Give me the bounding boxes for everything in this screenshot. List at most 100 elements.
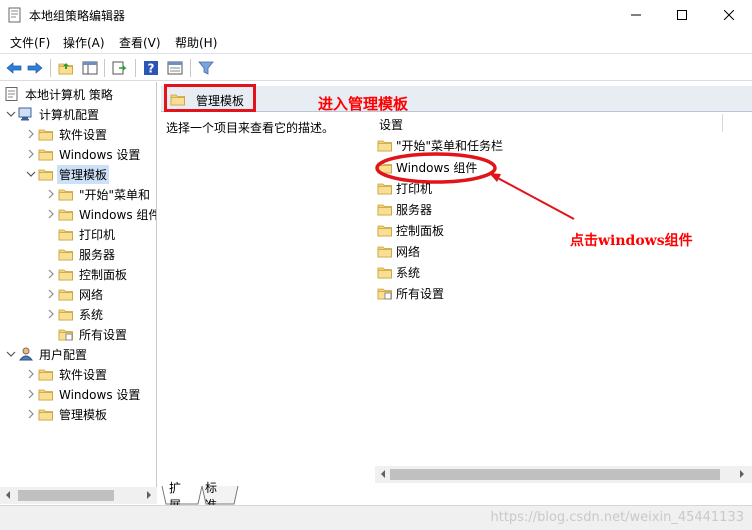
column-header-settings[interactable]: 设置 [379, 116, 403, 133]
svg-text:?: ? [148, 62, 155, 76]
list-item-label: 系统 [396, 265, 421, 280]
list-item-printers[interactable]: 打印机 [377, 178, 432, 198]
chevron-right-icon[interactable] [44, 267, 58, 281]
chevron-right-icon[interactable] [24, 127, 38, 141]
tree-label: 管理模板 [57, 164, 110, 184]
menu-view[interactable]: 查看(V) [119, 34, 161, 51]
chevron-right-icon[interactable] [24, 407, 38, 421]
scrollbar-thumb[interactable] [18, 490, 114, 501]
list-item-all-settings[interactable]: 所有设置 [377, 283, 444, 303]
tree-label: 控制面板 [79, 267, 128, 282]
chevron-right-icon[interactable] [24, 387, 38, 401]
chevron-right-icon[interactable] [44, 187, 58, 201]
tree-item-user-admin-templates[interactable]: 管理模板 [24, 404, 107, 424]
scroll-right-icon[interactable] [737, 469, 747, 479]
tree-item-computer-config[interactable]: 计算机配置 [4, 104, 99, 124]
filter-icon [198, 61, 214, 75]
chevron-right-icon[interactable] [44, 207, 58, 221]
maximize-button[interactable] [659, 0, 705, 30]
scroll-left-icon[interactable] [3, 490, 13, 500]
watermark-text: https://blog.csdn.net/weixin_45441133 [490, 510, 744, 525]
list-item-servers[interactable]: 服务器 [377, 199, 432, 219]
tree-item-software-settings[interactable]: 软件设置 [24, 124, 107, 144]
folder-icon [58, 287, 74, 301]
chevron-down-icon[interactable] [24, 167, 38, 181]
properties-button[interactable] [166, 59, 184, 77]
highlight-box [164, 84, 256, 112]
list-item-label: 所有设置 [396, 286, 445, 301]
list-item-windows-components[interactable]: Windows 组件 [377, 157, 477, 177]
list-item-label: 网络 [396, 244, 421, 259]
list-item-label: "开始"菜单和任务栏 [396, 138, 504, 153]
scroll-left-icon[interactable] [378, 469, 388, 479]
tree-item-admin-templates[interactable]: 管理模板 [24, 164, 110, 184]
menu-action[interactable]: 操作(A) [63, 34, 105, 51]
tree-horizontal-scrollbar[interactable] [0, 487, 157, 504]
folder-icon [58, 207, 74, 221]
tree-label: Windows 组件 [79, 207, 157, 222]
details-horizontal-scrollbar[interactable] [375, 466, 752, 483]
folder-icon [377, 160, 393, 174]
tree-item-servers[interactable]: 服务器 [58, 244, 115, 264]
window-title: 本地组策略编辑器 [29, 9, 126, 23]
close-button[interactable] [706, 0, 752, 30]
tree-item-start-menu[interactable]: "开始"菜单和 [44, 184, 150, 204]
list-item-label: 控制面板 [396, 223, 445, 238]
tree-item-system[interactable]: 系统 [44, 304, 103, 324]
minimize-button[interactable] [613, 0, 659, 30]
folder-icon [58, 307, 74, 321]
chevron-right-icon[interactable] [24, 367, 38, 381]
export-icon [112, 61, 127, 75]
tree-item-network[interactable]: 网络 [44, 284, 103, 304]
chevron-down-icon[interactable] [4, 347, 18, 361]
list-item-control-panel[interactable]: 控制面板 [377, 220, 444, 240]
back-button[interactable] [5, 59, 23, 77]
annotation-click-components: 点击windows组件 [570, 233, 693, 249]
tree-item-user-software-settings[interactable]: 软件设置 [24, 364, 107, 384]
maximize-icon [677, 10, 687, 20]
menu-file[interactable]: 文件(F) [10, 34, 50, 51]
scrollbar-thumb[interactable] [390, 469, 720, 480]
tree-item-control-panel[interactable]: 控制面板 [44, 264, 127, 284]
chevron-down-icon[interactable] [4, 107, 18, 121]
folder-icon [38, 367, 54, 381]
toolbar: ? [0, 53, 752, 81]
tree-item-windows-settings[interactable]: Windows 设置 [24, 144, 140, 164]
export-list-button[interactable] [111, 59, 129, 77]
column-divider[interactable] [722, 114, 723, 132]
chevron-right-icon[interactable] [44, 307, 58, 321]
tree-item-root[interactable]: 本地计算机 策略 [4, 84, 113, 104]
policy-editor-icon [7, 7, 23, 23]
filter-button[interactable] [197, 59, 215, 77]
menu-help[interactable]: 帮助(H) [175, 34, 217, 51]
scroll-right-icon[interactable] [144, 490, 154, 500]
forward-button[interactable] [26, 59, 44, 77]
help-icon: ? [144, 61, 158, 76]
folder-icon [38, 387, 54, 401]
list-item-start-menu[interactable]: "开始"菜单和任务栏 [377, 135, 503, 155]
tree-item-all-settings[interactable]: 所有设置 [58, 324, 127, 344]
up-folder-icon [58, 63, 73, 75]
tab-standard[interactable]: 标准 [205, 481, 217, 512]
tree-item-printers[interactable]: 打印机 [58, 224, 115, 244]
list-item-label: Windows 组件 [396, 160, 478, 175]
show-tree-button[interactable] [81, 59, 99, 77]
chevron-right-icon[interactable] [44, 287, 58, 301]
tree-label: 本地计算机 策略 [25, 87, 113, 102]
console-tree-icon [82, 61, 98, 75]
tree-label: 管理模板 [59, 407, 108, 422]
folder-icon [58, 267, 74, 281]
tree-item-user-config[interactable]: 用户配置 [4, 344, 87, 364]
close-icon [724, 10, 734, 20]
chevron-right-icon[interactable] [24, 147, 38, 161]
list-item-system[interactable]: 系统 [377, 262, 420, 282]
tree-item-user-windows-settings[interactable]: Windows 设置 [24, 384, 140, 404]
tree-item-windows-components[interactable]: Windows 组件 [44, 204, 157, 224]
folder-icon [58, 187, 74, 201]
tab-extended[interactable]: 扩展 [169, 481, 181, 512]
folder-icon [38, 147, 54, 161]
list-item-label: 服务器 [396, 202, 433, 217]
help-button[interactable]: ? [142, 59, 160, 77]
list-item-network[interactable]: 网络 [377, 241, 420, 261]
up-folder-button[interactable] [57, 59, 75, 77]
